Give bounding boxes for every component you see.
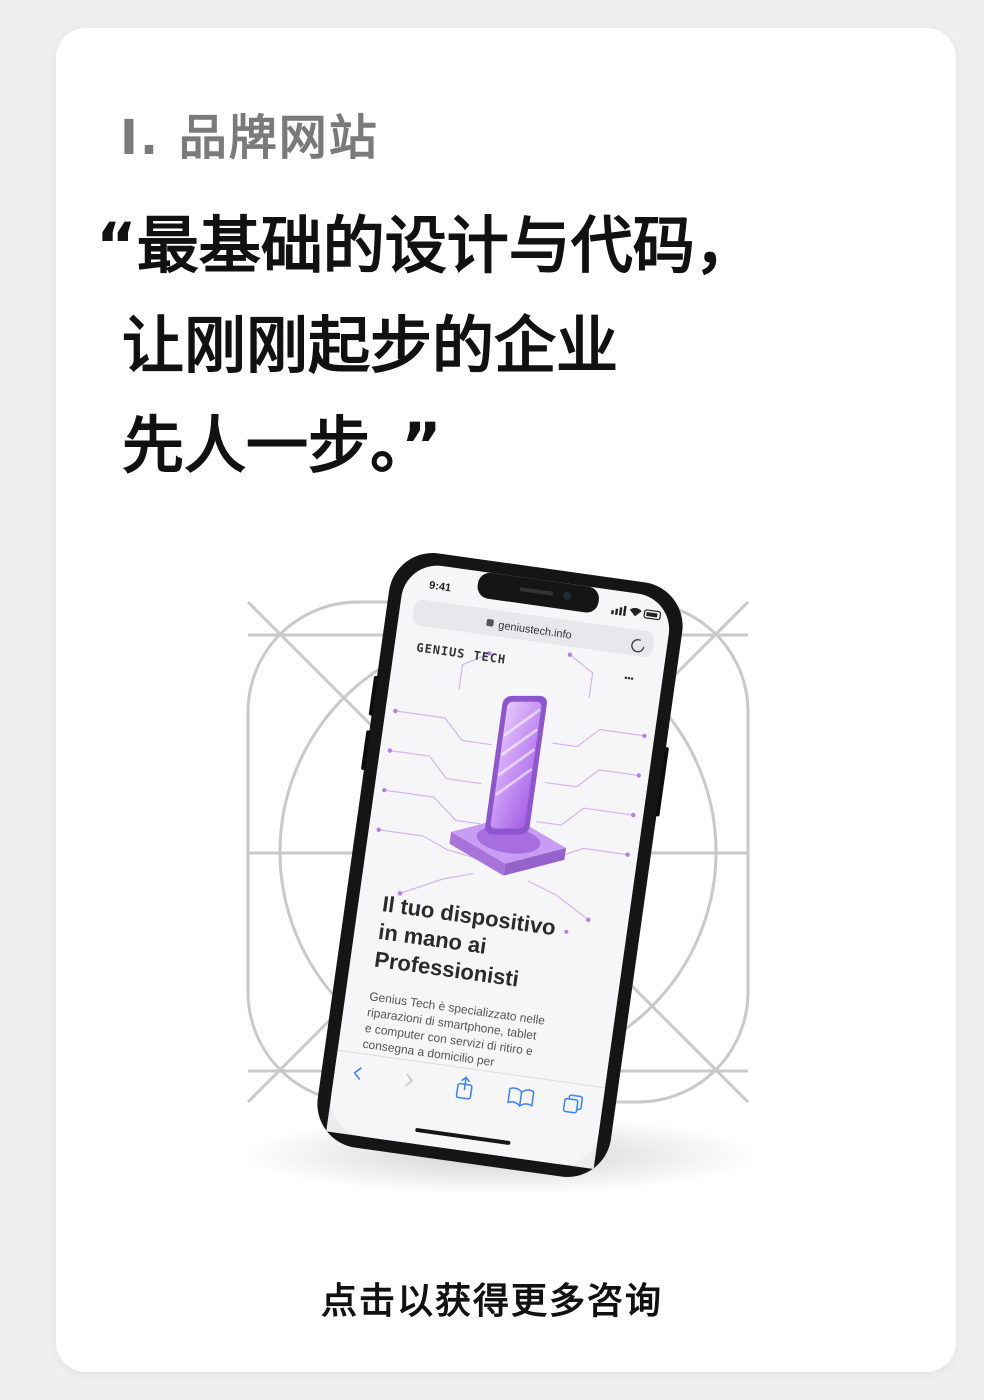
quote-line-1: “最基础的设计与代码，: [96, 209, 757, 282]
quote-line-2: 让刚刚起步的企业: [122, 309, 619, 382]
menu-dots-icon[interactable]: •••: [624, 673, 635, 684]
quote-line-3: 先人一步。”: [122, 409, 442, 482]
lock-icon: [486, 619, 494, 627]
phone-mockup-illustration: 9:41 geniustech.info GENIUS TECH ••• Il: [240, 553, 760, 1195]
more-info-link[interactable]: 点击以获得更多咨询: [0, 1272, 984, 1324]
quote-block: “最基础的设计与代码， 让刚刚起步的企业 先人一步。”: [96, 196, 757, 496]
smartphone: 9:41 geniustech.info GENIUS TECH ••• Il: [317, 553, 683, 1177]
section-title: I. 品牌网站: [120, 110, 379, 166]
